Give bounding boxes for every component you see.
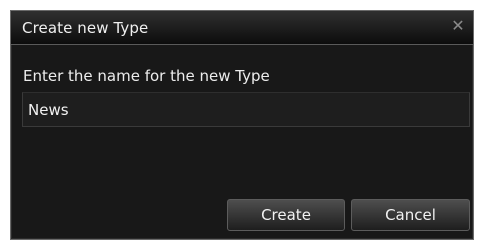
create-type-dialog: Create new Type ✕ Enter the name for the… [10,10,474,240]
dialog-titlebar: Create new Type ✕ [11,11,473,45]
close-icon[interactable]: ✕ [449,17,467,35]
name-prompt-label: Enter the name for the new Type [23,67,270,85]
create-button[interactable]: Create [227,199,345,231]
type-name-input[interactable] [22,92,470,127]
cancel-button[interactable]: Cancel [351,199,470,231]
dialog-title: Create new Type [22,19,149,37]
